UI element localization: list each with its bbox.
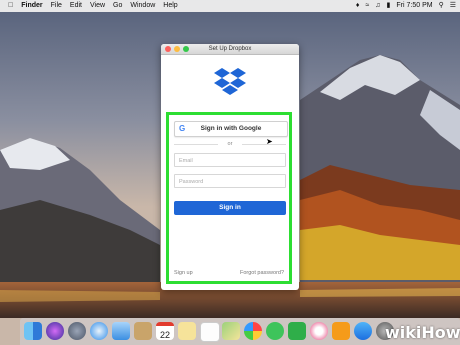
menu-go[interactable]: Go [113,0,122,12]
reminders-icon[interactable] [200,322,220,342]
forgot-password-link[interactable]: Forgot password? [240,270,284,276]
mouse-cursor-icon: ➤ [266,137,273,146]
messages-icon[interactable] [266,322,284,340]
clock[interactable]: Fri 7:50 PM [396,0,432,12]
password-field[interactable]: Password [174,174,286,188]
sign-in-with-google-button[interactable]: G Sign in with Google [174,121,288,137]
mail-icon[interactable] [112,322,130,340]
menu-edit[interactable]: Edit [70,0,82,12]
or-label: or [227,141,233,147]
app-store-icon[interactable] [354,322,372,340]
menu-window[interactable]: Window [130,0,155,12]
ibooks-icon[interactable] [332,322,350,340]
safari-icon[interactable] [90,322,108,340]
siri-icon[interactable] [46,322,64,340]
window-titlebar: Set Up Dropbox [161,44,299,55]
calendar-icon[interactable]: 22 [156,322,174,340]
sign-in-label: Sign in [219,204,241,211]
launchpad-icon[interactable] [68,322,86,340]
menu-help[interactable]: Help [163,0,177,12]
contacts-icon[interactable] [134,322,152,340]
google-button-label: Sign in with Google [200,125,262,132]
wifi-icon[interactable]: ≈ [365,0,369,12]
email-field[interactable]: Email [174,153,286,167]
email-placeholder: Email [179,158,193,164]
menu-file[interactable]: File [51,0,62,12]
menu-bar:  Finder File Edit View Go Window Help ♦… [0,0,460,12]
sign-up-link[interactable]: Sign up [174,270,193,276]
close-icon[interactable] [165,46,171,52]
search-icon[interactable]: ⚲ [439,0,444,12]
volume-icon[interactable]: ♫ [375,0,380,12]
dropbox-logo-icon [214,68,246,95]
window-title: Set Up Dropbox [208,46,252,52]
wikihow-watermark: wikiHow [385,323,460,342]
itunes-icon[interactable] [310,322,328,340]
battery-icon[interactable]: ▮ [387,0,391,12]
finder-icon[interactable] [24,322,42,340]
notes-icon[interactable] [178,322,196,340]
dropbox-menu-icon[interactable]: ♦ [356,0,360,12]
sign-in-button[interactable]: Sign in [174,201,286,215]
apple-icon[interactable]:  [8,0,13,12]
maps-icon[interactable] [222,322,240,340]
minimize-icon[interactable] [174,46,180,52]
maximize-icon[interactable] [183,46,189,52]
photos-icon[interactable] [244,322,262,340]
password-placeholder: Password [179,179,204,185]
facetime-icon[interactable] [288,322,306,340]
menu-finder[interactable]: Finder [21,0,42,12]
notification-center-icon[interactable]: ☰ [450,0,456,12]
google-icon: G [179,124,186,133]
menu-view[interactable]: View [90,0,105,12]
